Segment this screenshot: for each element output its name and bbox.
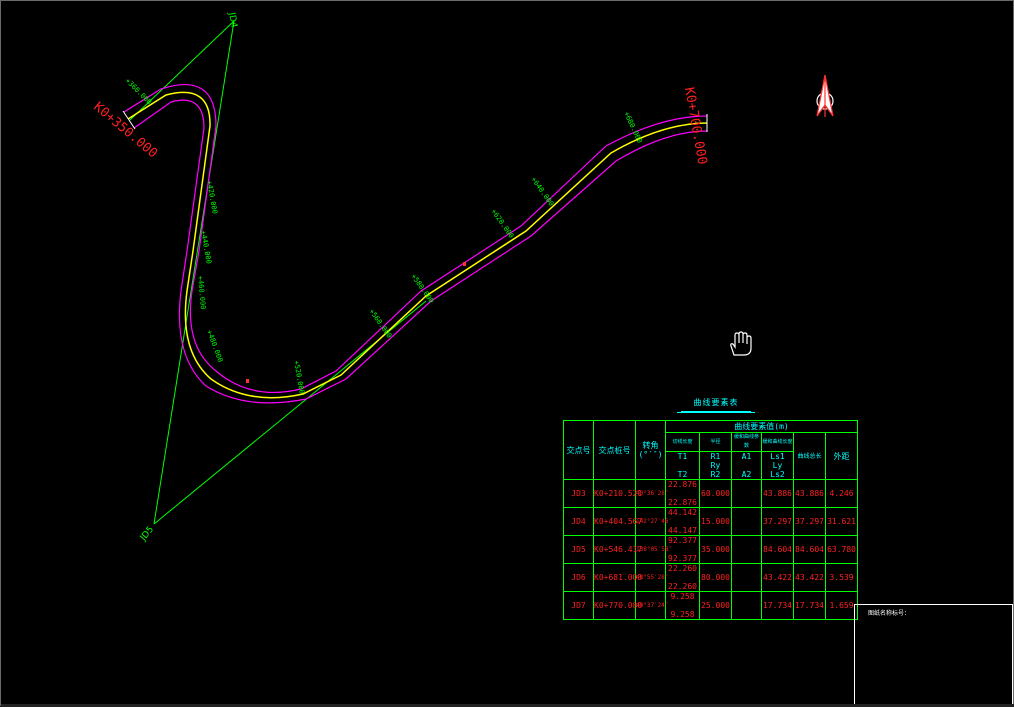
header-r: R1 Ry R2 xyxy=(699,451,732,480)
north-arrow-icon xyxy=(816,74,834,117)
table-row: JD7 K0+770.080 40°37′24″ 9.258 9.258 25.0… xyxy=(563,591,859,620)
cell-angle: 138°05′58″ xyxy=(635,535,672,564)
station-labels: +360.000 +420.000 +440.000 +460.000 +480… xyxy=(124,77,644,395)
title-block: 图纸名称标号： xyxy=(854,604,1013,705)
header-jd: 交点号 xyxy=(563,420,594,480)
tangent-line-jd4-a xyxy=(129,20,235,121)
cell-station: K0+404.567 xyxy=(593,507,642,536)
table-title: 曲线要素表 xyxy=(681,397,751,412)
cell-r: 25.000 xyxy=(699,591,732,620)
road-edges xyxy=(123,84,708,404)
table-row: JD5 K0+546.417 138°05′58″ 92.377 92.377 3… xyxy=(563,535,859,564)
cell-jd: JD5 xyxy=(563,535,594,564)
cell-e: 1.659 xyxy=(824,591,859,620)
cad-canvas[interactable]: K0+350.000 K0+700.000 JD4 JD5 +360.000 +… xyxy=(0,0,1014,707)
cell-t: 9.258 9.258 xyxy=(665,591,700,620)
cell-e: 31.621 xyxy=(824,507,859,536)
station-label: +520.000 xyxy=(292,360,306,395)
header-sub2: 半径 xyxy=(699,432,732,452)
cell-a xyxy=(731,591,762,620)
cell-jd: JD4 xyxy=(563,507,594,536)
table-row: JD6 K0+681.003 48°55′28″ 22.260 22.260 80… xyxy=(563,563,859,592)
curve-element-table: 交点号 交点桩号 转角 (°′″) 曲线要素值(m) 切线长度 半径 缓和曲线参数… xyxy=(563,420,859,620)
drawing-svg: K0+350.000 K0+700.000 JD4 JD5 +360.000 +… xyxy=(90,11,834,544)
cell-angle: 40°37′24″ xyxy=(635,591,669,620)
cell-angle: 48°55′28″ xyxy=(635,563,669,592)
cell-jd: JD7 xyxy=(563,591,594,620)
station-label: +680.000 xyxy=(622,110,644,144)
header-ext: 外距 xyxy=(824,432,859,480)
cell-ls: 17.734 xyxy=(761,591,794,620)
header-ls: Ls1 Ly Ls2 xyxy=(761,451,794,480)
cell-jd: JD6 xyxy=(563,563,594,592)
cell-r: 60.000 xyxy=(699,479,732,508)
station-start-label: K0+350.000 xyxy=(90,100,160,162)
station-label: +620.000 xyxy=(489,208,515,240)
station-label: +640.000 xyxy=(529,176,555,208)
cell-a xyxy=(731,479,762,508)
cell-ls: 43.422 xyxy=(761,563,794,592)
cell-angle: 40°36′28″ xyxy=(635,479,669,508)
header-angle: 转角 (°′″) xyxy=(635,420,666,480)
table-row: JD4 K0+404.567 142°27′46″ 44.142 44.147 1… xyxy=(563,507,859,536)
cell-t: 22.876 22.876 xyxy=(665,479,700,508)
header-curve-len: 曲线总长 xyxy=(793,432,826,480)
cell-r: 80.000 xyxy=(699,563,732,592)
tangent-line-jd4-jd5 xyxy=(153,20,235,525)
cell-station: K0+770.080 xyxy=(593,591,642,620)
header-a: A1 A2 xyxy=(731,451,762,480)
cell-a xyxy=(731,535,762,564)
cell-t: 22.260 22.260 xyxy=(665,563,700,592)
cell-station: K0+681.003 xyxy=(593,563,642,592)
tangent-lines xyxy=(129,20,427,525)
station-end-label: K0+700.000 xyxy=(681,86,709,166)
station-label: +560.000 xyxy=(367,308,393,340)
header-station: 交点桩号 xyxy=(593,420,636,480)
header-sub3: 缓和曲线参数 xyxy=(731,432,762,452)
red-markers xyxy=(246,262,466,383)
table-title-underline xyxy=(677,412,755,413)
marker-a xyxy=(463,262,466,266)
cell-len: 37.297 xyxy=(793,507,826,536)
station-label: +460.000 xyxy=(196,275,207,309)
header-group: 曲线要素值(m) xyxy=(664,420,859,433)
jd5-label: JD5 xyxy=(138,525,156,544)
jd4-label: JD4 xyxy=(226,11,239,29)
cell-len: 43.886 xyxy=(793,479,826,508)
cell-a xyxy=(731,563,762,592)
cell-jd: JD3 xyxy=(563,479,594,508)
cell-len: 43.422 xyxy=(793,563,826,592)
cell-a xyxy=(731,507,762,536)
cell-r: 15.000 xyxy=(699,507,732,536)
marker-b xyxy=(246,379,249,383)
cell-len: 17.734 xyxy=(793,591,826,620)
cell-ls: 43.886 xyxy=(761,479,794,508)
cell-station: K0+546.417 xyxy=(593,535,642,564)
pan-hand-cursor-icon xyxy=(730,331,752,356)
cell-ls: 84.604 xyxy=(761,535,794,564)
station-label: +420.000 xyxy=(205,180,219,215)
header-sub4: 缓和曲线长度 xyxy=(761,432,794,452)
header-t: T1 T2 xyxy=(665,451,700,480)
station-label: +440.000 xyxy=(199,230,213,265)
cell-station: K0+210.521 xyxy=(593,479,642,508)
cell-len: 84.604 xyxy=(793,535,826,564)
cell-e: 63.780 xyxy=(824,535,859,564)
cell-e: 4.246 xyxy=(824,479,859,508)
cell-ls: 37.297 xyxy=(761,507,794,536)
cell-e: 3.539 xyxy=(824,563,859,592)
cell-angle: 142°27′46″ xyxy=(635,507,672,536)
cell-r: 35.000 xyxy=(699,535,732,564)
table-row: JD3 K0+210.521 40°36′28″ 22.876 22.876 60… xyxy=(563,479,859,508)
station-label: +360.000 xyxy=(124,77,153,106)
header-sub1: 切线长度 xyxy=(665,432,700,452)
title-block-label: 图纸名称标号： xyxy=(868,610,911,617)
station-label: +480.000 xyxy=(205,329,224,363)
